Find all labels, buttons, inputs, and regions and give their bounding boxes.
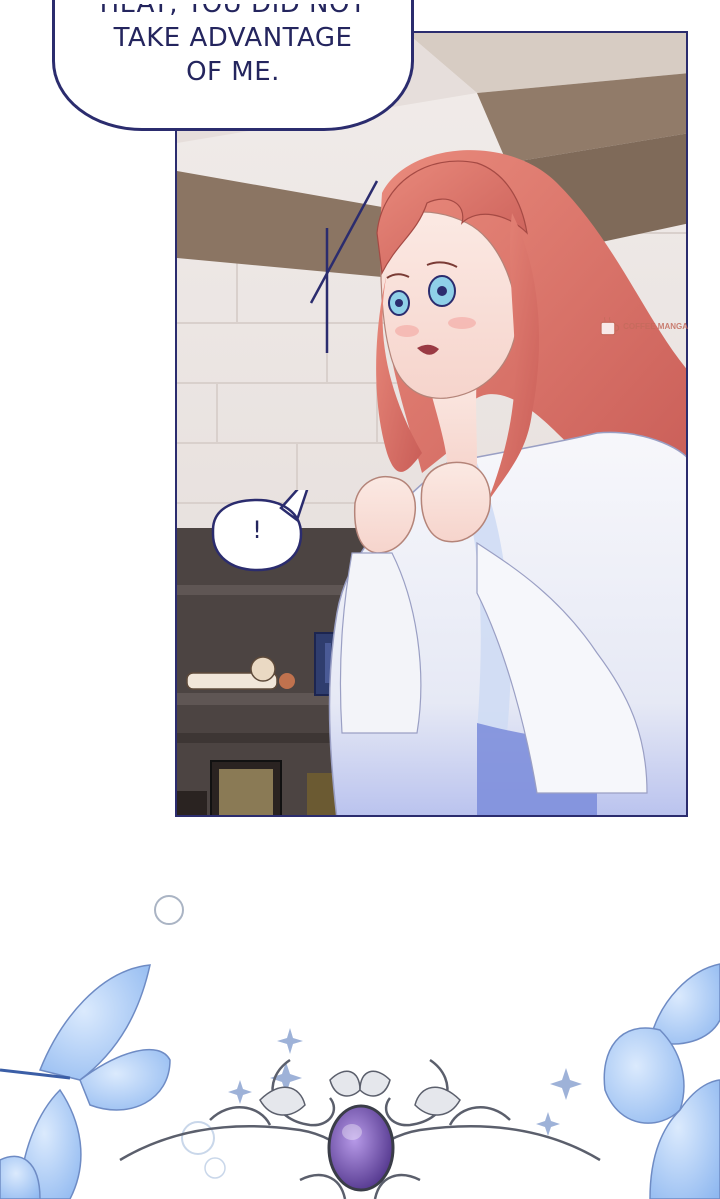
blue-flower-right xyxy=(603,963,720,1199)
coffee-cup-icon xyxy=(600,317,620,336)
speech-line-2: TAKE ADVANTAGE xyxy=(113,23,353,53)
blue-flower-left xyxy=(0,964,171,1199)
comic-page: HEAT, YOU DID NOT TAKE ADVANTAGE OF ME. xyxy=(0,0,720,1199)
speech-bubble-small: ! xyxy=(201,490,313,580)
floating-bubble xyxy=(154,895,184,925)
panel-illustration xyxy=(177,33,686,815)
speech-text-top: HEAT, YOU DID NOT TAKE ADVANTAGE OF ME. xyxy=(55,4,411,89)
comic-panel xyxy=(175,31,688,817)
speech-line-1: HEAT, YOU DID NOT xyxy=(99,0,367,19)
speech-bubble-top: HEAT, YOU DID NOT TAKE ADVANTAGE OF ME. xyxy=(52,0,414,131)
watermark-text: COFFEE MANGA xyxy=(623,321,688,331)
purple-gem xyxy=(327,1104,395,1192)
sparkles xyxy=(228,1028,582,1136)
watermark: COFFEE MANGA xyxy=(596,302,688,350)
speech-text-small: ! xyxy=(252,516,262,544)
bottom-ornament xyxy=(0,895,720,1199)
speech-line-3: OF ME. xyxy=(186,57,280,87)
